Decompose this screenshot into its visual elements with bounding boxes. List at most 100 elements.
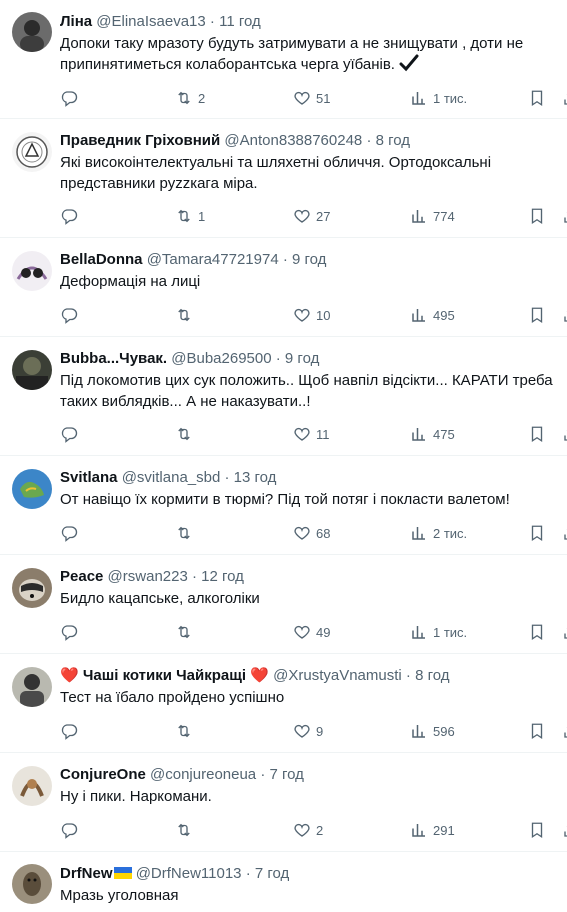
avatar[interactable] xyxy=(12,350,52,390)
share-button[interactable] xyxy=(562,523,567,543)
reply-button[interactable] xyxy=(60,523,83,543)
avatar[interactable] xyxy=(12,251,52,291)
bookmark-button[interactable] xyxy=(528,622,546,642)
retweet-button[interactable]: 2 xyxy=(175,88,205,108)
bookmark-button[interactable] xyxy=(528,424,546,444)
retweet-button[interactable]: 1 xyxy=(175,206,205,226)
avatar[interactable] xyxy=(12,469,52,509)
bookmark-button[interactable] xyxy=(528,721,546,741)
share-button[interactable] xyxy=(562,305,567,325)
timestamp[interactable]: 8 год xyxy=(376,132,410,149)
retweet-button[interactable] xyxy=(175,622,198,642)
views-button[interactable]: 1 тис. xyxy=(410,88,467,108)
like-button[interactable]: 68 xyxy=(293,523,330,543)
tweet[interactable]: ❤️ Чаші котики Чайкращі ❤️ @XrustyaVnamu… xyxy=(0,654,567,753)
reply-button[interactable] xyxy=(60,820,83,840)
tweet[interactable]: ConjureOne @conjureoneua · 7 год Ну і пи… xyxy=(0,753,567,852)
reply-button[interactable] xyxy=(60,424,83,444)
display-name[interactable]: Bubba...Чувак. xyxy=(60,350,167,367)
timestamp[interactable]: 13 год xyxy=(234,469,277,486)
display-name[interactable]: Peace xyxy=(60,568,103,585)
timestamp[interactable]: 12 год xyxy=(201,568,244,585)
reply-button[interactable] xyxy=(60,206,83,226)
timestamp[interactable]: 7 год xyxy=(255,865,289,882)
avatar[interactable] xyxy=(12,132,52,172)
user-handle[interactable]: @ElinaIsaeva13 xyxy=(96,13,205,30)
views-button[interactable]: 475 xyxy=(410,424,455,444)
bookmark-button[interactable] xyxy=(528,206,546,226)
user-handle[interactable]: @conjureoneua xyxy=(150,766,256,783)
display-name[interactable]: BellaDonna xyxy=(60,251,143,268)
timestamp[interactable]: 9 год xyxy=(285,350,319,367)
like-button[interactable]: 10 xyxy=(293,305,330,325)
retweet-button[interactable] xyxy=(175,820,198,840)
display-name[interactable]: Праведник Гріховний xyxy=(60,132,220,149)
tweet[interactable]: Праведник Гріховний @Anton8388760248 · 8… xyxy=(0,119,567,238)
avatar[interactable] xyxy=(12,864,52,904)
user-handle[interactable]: @rswan223 xyxy=(108,568,188,585)
views-button[interactable]: 2 тис. xyxy=(410,523,467,543)
reply-button[interactable] xyxy=(60,305,83,325)
like-button[interactable]: 9 xyxy=(293,721,323,741)
user-handle[interactable]: @Buba269500 xyxy=(171,350,271,367)
share-button[interactable] xyxy=(562,88,567,108)
timestamp[interactable]: 7 год xyxy=(270,766,304,783)
like-button[interactable]: 2 xyxy=(293,820,323,840)
user-handle[interactable]: @XrustyaVnamusti xyxy=(273,667,402,684)
tweet[interactable]: Ліна @ElinaIsaeva13 · 11 год Допоки таку… xyxy=(0,0,567,119)
share-button[interactable] xyxy=(562,622,567,642)
display-name[interactable]: Ліна xyxy=(60,13,92,30)
reply-button[interactable] xyxy=(60,622,83,642)
retweet-button[interactable] xyxy=(175,424,198,444)
reply-button[interactable] xyxy=(60,721,83,741)
avatar[interactable] xyxy=(12,667,52,707)
tweet[interactable]: DrfNew @DrfNew11013 · 7 год Мразь уголов… xyxy=(0,852,567,912)
share-button[interactable] xyxy=(562,206,567,226)
retweet-button[interactable] xyxy=(175,523,198,543)
share-button[interactable] xyxy=(562,721,567,741)
display-name[interactable]: Svitlana xyxy=(60,469,118,486)
avatar[interactable] xyxy=(12,766,52,806)
action-bar: 68 2 тис. xyxy=(60,523,567,543)
tweet[interactable]: Bubba...Чувак. @Buba269500 · 9 год Під л… xyxy=(0,337,567,456)
tweet[interactable]: Svitlana @svitlana_sbd · 13 год От навіщ… xyxy=(0,456,567,555)
views-button[interactable]: 291 xyxy=(410,820,455,840)
retweet-icon xyxy=(175,623,193,641)
like-button[interactable]: 51 xyxy=(293,88,330,108)
user-handle[interactable]: @svitlana_sbd xyxy=(122,469,221,486)
display-name[interactable]: ConjureOne xyxy=(60,766,146,783)
like-button[interactable]: 27 xyxy=(293,206,330,226)
share-icon xyxy=(562,821,567,839)
bookmark-button[interactable] xyxy=(528,88,546,108)
reply-button[interactable] xyxy=(60,88,83,108)
retweet-icon xyxy=(175,821,193,839)
bookmark-button[interactable] xyxy=(528,523,546,543)
share-button[interactable] xyxy=(562,424,567,444)
timestamp[interactable]: 8 год xyxy=(415,667,449,684)
tweet[interactable]: BellaDonna @Tamara47721974 · 9 год Дефор… xyxy=(0,238,567,337)
avatar[interactable] xyxy=(12,568,52,608)
retweet-button[interactable] xyxy=(175,305,198,325)
share-button[interactable] xyxy=(562,820,567,840)
display-name[interactable]: DrfNew xyxy=(60,865,113,882)
separator-dot: · xyxy=(260,766,266,783)
avatar[interactable] xyxy=(12,12,52,52)
user-handle[interactable]: @DrfNew11013 xyxy=(136,865,242,882)
user-handle[interactable]: @Anton8388760248 xyxy=(224,132,362,149)
bookmark-button[interactable] xyxy=(528,820,546,840)
like-count: 2 xyxy=(316,822,324,838)
views-button[interactable]: 596 xyxy=(410,721,455,741)
retweet-button[interactable] xyxy=(175,721,198,741)
like-button[interactable]: 49 xyxy=(293,622,330,642)
user-handle[interactable]: @Tamara47721974 xyxy=(147,251,279,268)
like-button[interactable]: 11 xyxy=(293,424,330,444)
tweet[interactable]: Peace @rswan223 · 12 год Бидло кацапське… xyxy=(0,555,567,654)
views-button[interactable]: 774 xyxy=(410,206,455,226)
bookmark-button[interactable] xyxy=(528,305,546,325)
display-name[interactable]: Чаші котики Чайкращі xyxy=(83,667,246,684)
views-button[interactable]: 495 xyxy=(410,305,455,325)
action-bar: 2 51 1 тис. xyxy=(60,88,567,108)
timestamp[interactable]: 9 год xyxy=(292,251,326,268)
views-button[interactable]: 1 тис. xyxy=(410,622,467,642)
timestamp[interactable]: 11 год xyxy=(219,13,261,30)
